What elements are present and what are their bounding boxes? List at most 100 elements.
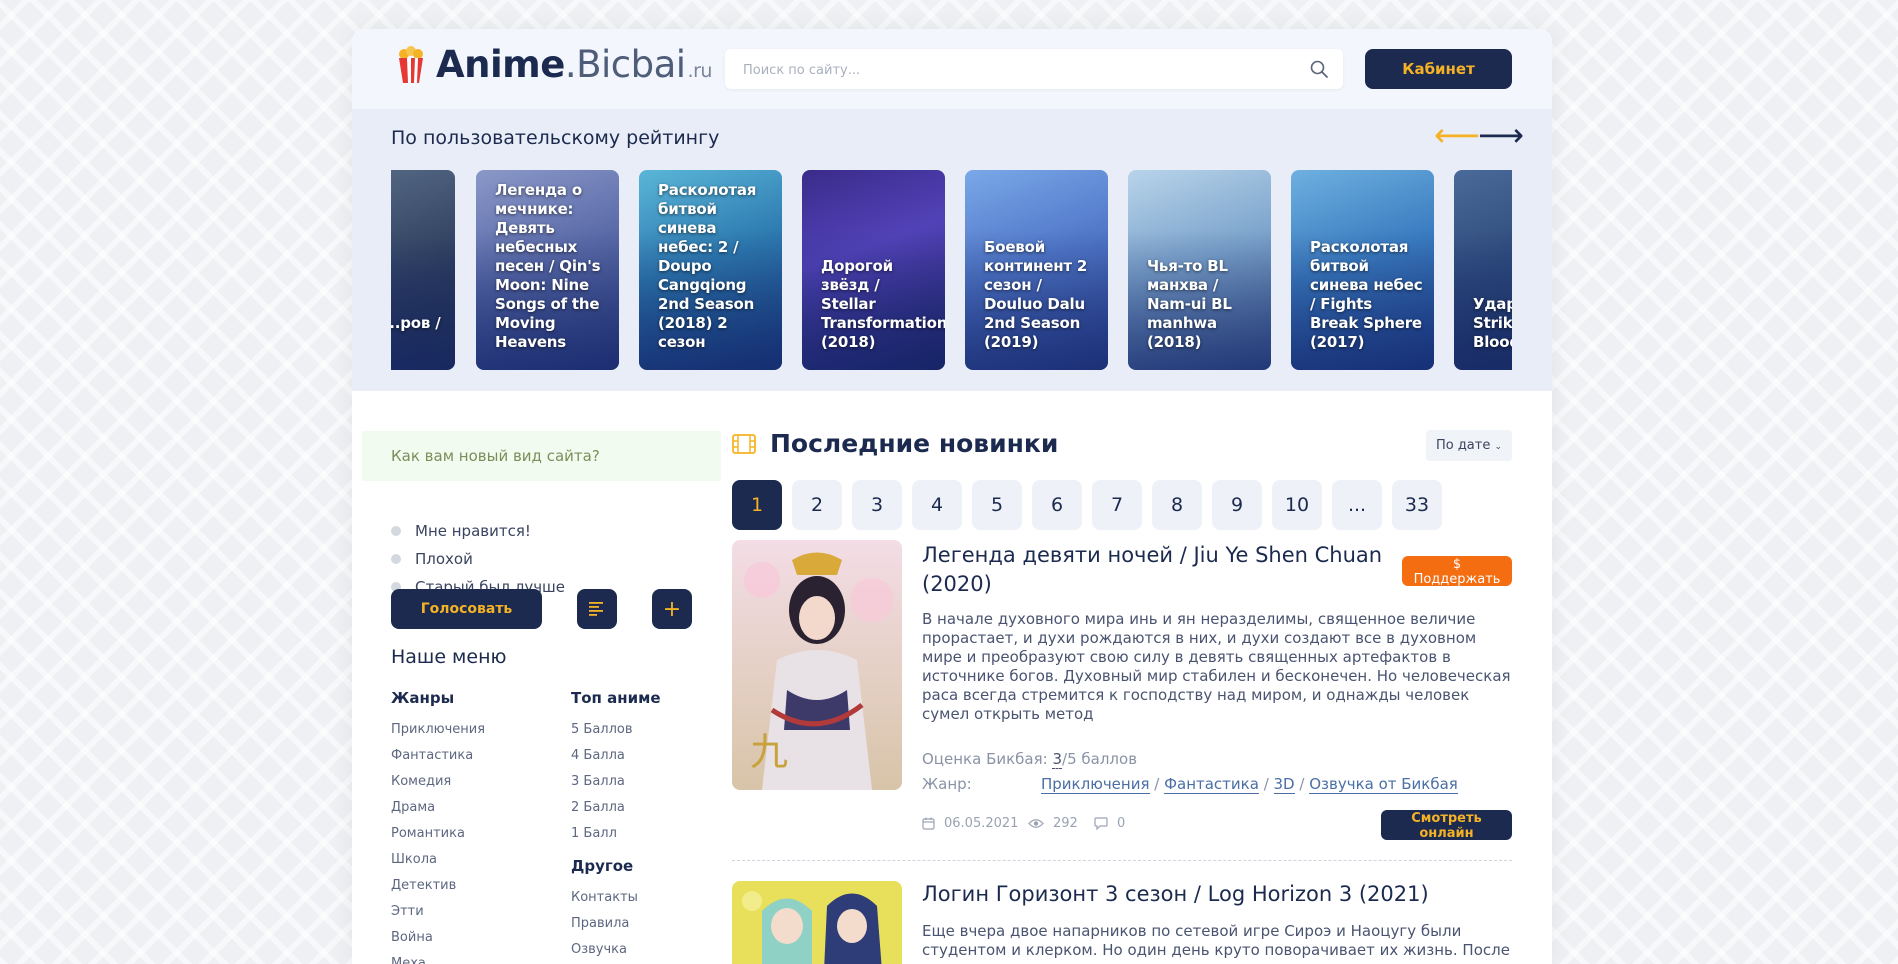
carousel-card[interactable]: ...лин ...ров / ...hu — [391, 170, 455, 370]
card-title: Расколотая битвой синева небес / Fights … — [1310, 238, 1423, 351]
comment-icon — [1094, 817, 1108, 830]
page-link[interactable]: 3 — [852, 480, 902, 530]
radio-dot-icon — [391, 526, 401, 536]
publish-date: 06.05.2021 — [922, 816, 1018, 831]
page-link[interactable]: 1 — [732, 480, 782, 530]
page-link[interactable]: 10 — [1272, 480, 1322, 530]
menu-link[interactable]: Меха — [391, 951, 485, 964]
anime-title[interactable]: Логин Горизонт 3 сезон / Log Horizon 3 (… — [922, 882, 1429, 906]
poll-option-label: Плохой — [415, 550, 473, 568]
carousel-card[interactable]: Дорогой звёзд / Stellar Transformations … — [802, 170, 945, 370]
anime-description: В начале духовного мира инь и ян неразде… — [922, 610, 1511, 723]
anime-poster[interactable] — [732, 881, 902, 964]
menu-genres: Жанры Приключения Фантастика Комедия Дра… — [391, 689, 485, 964]
carousel-card[interactable]: Легенда о мечнике: Девять небесных песен… — [476, 170, 619, 370]
genre-link[interactable]: Озвучка от Бикбая — [1309, 775, 1458, 794]
search-input[interactable] — [741, 49, 1305, 91]
genre-list: Приключения / Фантастика / 3D / Озвучка … — [1041, 775, 1458, 794]
watch-online-button[interactable]: Смотреть онлайн — [1381, 810, 1512, 841]
page-link[interactable]: 9 — [1212, 480, 1262, 530]
menu-link[interactable]: Романтика — [391, 821, 485, 847]
carousel-strip: ...лин ...ров / ...hu Легенда о мечнике:… — [391, 170, 1512, 370]
poll-results-button[interactable] — [577, 589, 617, 629]
section-title: Последние новинки — [770, 429, 1059, 458]
page-link[interactable]: 2 — [792, 480, 842, 530]
page-link[interactable]: 6 — [1032, 480, 1082, 530]
carousel-card[interactable]: Чья-то BL манхва / Nam-ui BL manhwa (201… — [1128, 170, 1271, 370]
site-header: Anime.Bicbai.ru Кабинет — [352, 29, 1552, 109]
poll-question: Как вам новый вид сайта? — [362, 431, 721, 481]
anime-poster[interactable]: 九 — [732, 540, 902, 790]
page-link[interactable]: ... — [1332, 480, 1382, 530]
menu-link[interactable]: 4 Балла — [571, 743, 661, 769]
page-link[interactable]: 5 — [972, 480, 1022, 530]
calendar-icon — [922, 817, 935, 830]
menu-link[interactable]: Драма — [391, 795, 485, 821]
page-container: Anime.Bicbai.ru Кабинет По пользовательс… — [352, 29, 1552, 964]
vote-button[interactable]: Голосовать — [391, 589, 542, 629]
plus-icon: + — [662, 596, 682, 622]
arrow-right-icon[interactable]: ⟶ — [1478, 119, 1524, 151]
poll-option[interactable]: Плохой — [391, 550, 473, 568]
poll-option-label: Мне нравится! — [415, 522, 531, 540]
menu-link[interactable]: 1 Балл — [571, 821, 661, 847]
anime-description: Еще вчера двое напарников по сетевой игр… — [922, 922, 1510, 959]
menu-link[interactable]: Правила — [571, 911, 661, 937]
genre-link[interactable]: Фантастика — [1164, 775, 1259, 794]
rating: Оценка Бикбая: 3/5 баллов — [922, 750, 1138, 769]
poll-option[interactable]: Мне нравится! — [391, 522, 531, 540]
menu-link[interactable]: 2 Балла — [571, 795, 661, 821]
poster-image: 九 — [732, 540, 902, 790]
popcorn-icon — [399, 45, 423, 83]
page-link[interactable]: 4 — [912, 480, 962, 530]
menu-link[interactable]: Детектив — [391, 873, 485, 899]
genre-link[interactable]: 3D — [1273, 775, 1295, 794]
cabinet-button[interactable]: Кабинет — [1365, 49, 1512, 89]
menu-link[interactable]: Фантастика — [391, 743, 485, 769]
menu-link[interactable]: Комедия — [391, 769, 485, 795]
menu-genres-heading: Жанры — [391, 689, 455, 707]
menu-title: Наше меню — [391, 646, 507, 668]
menu-link[interactable]: 5 Баллов — [571, 717, 661, 743]
card-title: Расколотая битвой синева небес: 2 / Doup… — [658, 181, 757, 351]
comments-value: 0 — [1117, 816, 1126, 831]
menu-link[interactable]: Приключения — [391, 717, 485, 743]
search-box — [725, 49, 1343, 91]
genre-label: Жанр: — [922, 775, 972, 793]
rating-suffix: /5 баллов — [1062, 750, 1138, 768]
support-button[interactable]: $ Поддержать — [1402, 556, 1512, 587]
menu-link[interactable]: Озвучка — [571, 937, 661, 963]
carousel-card[interactable]: Удар... Strike... Blood... — [1454, 170, 1512, 370]
poster-image — [732, 881, 902, 964]
arrow-left-icon[interactable]: ⟵ — [1434, 119, 1480, 151]
page-link[interactable]: 7 — [1092, 480, 1142, 530]
menu-link[interactable]: Этти — [391, 899, 485, 925]
card-title: Боевой континент 2 сезон / Douluo Dalu 2… — [984, 238, 1088, 351]
date-value: 06.05.2021 — [944, 816, 1019, 831]
eye-icon — [1028, 819, 1044, 828]
page-link[interactable]: 8 — [1152, 480, 1202, 530]
view-count: 292 — [1028, 816, 1078, 831]
carousel-card[interactable]: Боевой континент 2 сезон / Douluo Dalu 2… — [965, 170, 1108, 370]
card-title: ...лин ...ров / ...hu — [391, 314, 441, 332]
menu-link[interactable]: Контакты — [571, 885, 661, 911]
genre-link[interactable]: Приключения — [1041, 775, 1150, 794]
rating-carousel: По пользовательскому рейтингу ⟵ ⟶ ...лин… — [352, 109, 1552, 391]
search-icon[interactable] — [1309, 59, 1329, 79]
carousel-card[interactable]: Расколотая битвой синева небес: 2 / Doup… — [639, 170, 782, 370]
menu-link[interactable]: Школа — [391, 847, 485, 873]
page-link[interactable]: 33 — [1392, 480, 1442, 530]
site-logo[interactable]: Anime.Bicbai .ru — [396, 43, 712, 86]
radio-dot-icon — [391, 554, 401, 564]
menu-top: Топ аниме 5 Баллов 4 Балла 3 Балла 2 Бал… — [571, 689, 661, 963]
add-poll-button[interactable]: + — [652, 589, 692, 629]
carousel-card[interactable]: Расколотая битвой синева небес / Fights … — [1291, 170, 1434, 370]
anime-title[interactable]: Легенда девяти ночей / Jiu Ye Shen Chuan… — [922, 541, 1402, 599]
menu-top-heading: Топ аниме — [571, 689, 661, 707]
carousel-title: По пользовательскому рейтингу — [391, 127, 720, 149]
card-title: Дорогой звёзд / Stellar Transformations … — [821, 257, 945, 351]
chevron-down-icon: ⌄ — [1494, 442, 1503, 452]
menu-link[interactable]: Война — [391, 925, 485, 951]
sort-dropdown[interactable]: По дате ⌄ — [1426, 430, 1512, 461]
menu-link[interactable]: 3 Балла — [571, 769, 661, 795]
